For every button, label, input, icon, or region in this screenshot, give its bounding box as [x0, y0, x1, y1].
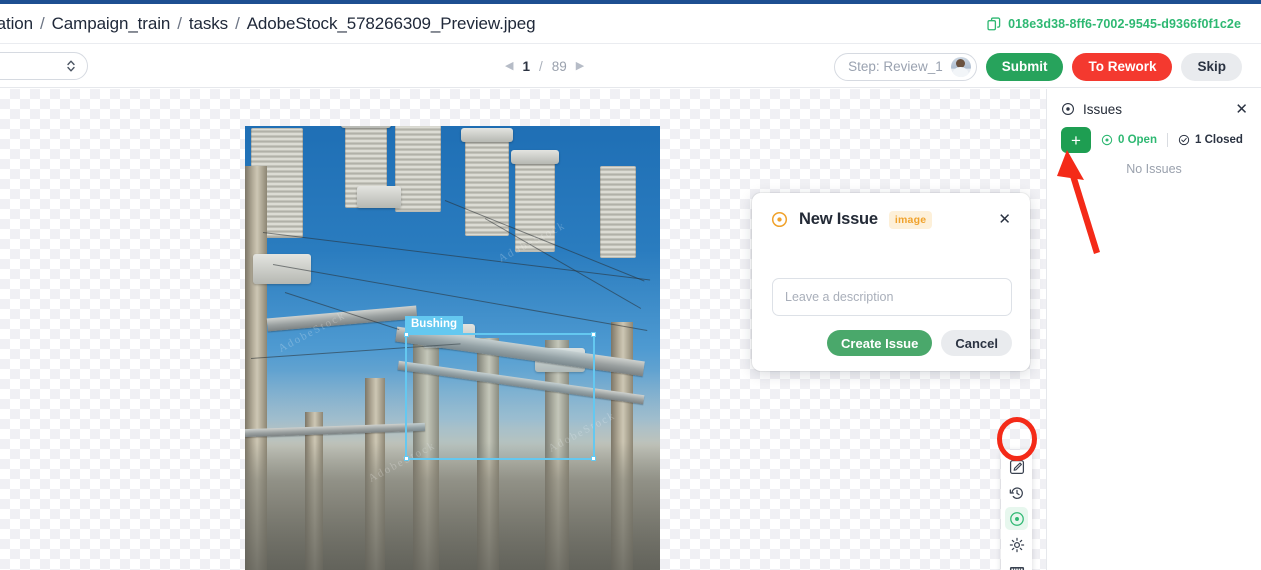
issue-type-badge: image	[888, 210, 933, 229]
pagination-next-icon[interactable]: ▶	[576, 61, 584, 72]
issues-filter-bar: + 0 Open 1 Closed	[1061, 126, 1249, 154]
pagination-total: 89	[551, 59, 567, 74]
issue-tool-button[interactable]	[1005, 507, 1028, 530]
breadcrumb-item-campaign[interactable]: Campaign_train	[52, 14, 171, 34]
bounding-box-bushing[interactable]: Bushing	[404, 316, 596, 461]
keyboard-shortcuts-icon	[1009, 566, 1024, 570]
cancel-button[interactable]: Cancel	[941, 330, 1012, 356]
task-id-copy[interactable]: 018e3d38-8ff6-7002-9545-d9366f0f1c2e	[987, 4, 1241, 44]
issues-panel-title: Issues	[1083, 101, 1123, 117]
issues-sidebar: Issues ✕ + 0 Open 1 Closed No Issues	[1046, 89, 1261, 570]
bounding-box-label: Bushing	[405, 316, 463, 333]
chevron-up-down-icon	[67, 60, 75, 72]
issue-target-icon	[771, 211, 788, 228]
filter-divider	[1166, 133, 1168, 147]
issues-empty-message: No Issues	[1126, 162, 1182, 176]
settings-gear-icon	[1009, 537, 1024, 552]
issues-sidebar-header: Issues ✕	[1061, 99, 1248, 119]
image-ground	[245, 442, 660, 570]
issue-open-icon	[1101, 134, 1113, 146]
bbox-handle-nw[interactable]	[404, 332, 409, 337]
breadcrumb-item-annotation[interactable]: tation	[0, 14, 33, 34]
breadcrumb: tation / Campaign_train / tasks / AdobeS…	[0, 4, 536, 44]
issue-target-icon	[1062, 103, 1074, 115]
close-icon[interactable]: ✕	[995, 210, 1014, 229]
new-issue-actions: Create Issue Cancel	[827, 330, 1012, 356]
step-field[interactable]: Step: Review_1	[834, 52, 977, 81]
skip-button[interactable]: Skip	[1181, 52, 1242, 81]
breadcrumb-separator: /	[40, 14, 45, 33]
issue-description-input[interactable]: Leave a description	[772, 278, 1012, 316]
add-issue-button[interactable]: +	[1061, 127, 1091, 153]
canvas-tool-palette	[1001, 450, 1032, 570]
open-issues-filter[interactable]: 0 Open	[1101, 134, 1157, 146]
bbox-handle-se[interactable]	[591, 456, 596, 461]
settings-button[interactable]	[1005, 533, 1028, 556]
issue-closed-icon	[1178, 134, 1190, 146]
breadcrumb-separator: /	[235, 14, 240, 33]
image-canvas[interactable]: AdobeStock AdobeStock AdobeStock AdobeSt…	[0, 89, 1046, 570]
breadcrumb-item-tasks[interactable]: tasks	[189, 14, 228, 34]
pagination-separator: /	[538, 59, 543, 74]
pagination: ◀ 1 / 89 ▶	[505, 45, 584, 88]
task-id-value: 018e3d38-8ff6-7002-9545-d9366f0f1c2e	[1008, 17, 1241, 31]
history-revert-button[interactable]	[1005, 481, 1028, 504]
breadcrumb-bar: tation / Campaign_train / tasks / AdobeS…	[0, 4, 1261, 44]
open-issues-count: 0 Open	[1118, 134, 1157, 146]
annotation-tool-app: tation / Campaign_train / tasks / AdobeS…	[0, 0, 1261, 570]
new-issue-modal-header: New Issue image ✕	[771, 210, 1014, 229]
new-issue-modal: New Issue image ✕ Leave a description Cr…	[752, 193, 1030, 371]
copy-icon	[987, 17, 1001, 31]
keyboard-shortcuts-button[interactable]	[1005, 559, 1028, 570]
stage-select[interactable]: ing	[0, 52, 88, 80]
edit-annotation-icon	[1009, 459, 1024, 474]
bbox-handle-sw[interactable]	[404, 456, 409, 461]
avatar	[950, 56, 971, 77]
pagination-current: 1	[522, 59, 530, 74]
annotated-image[interactable]: AdobeStock AdobeStock AdobeStock AdobeSt…	[245, 126, 660, 570]
task-toolbar: ing ◀ 1 / 89 ▶ Step: Review_1 Submit To …	[0, 45, 1261, 88]
issue-target-icon	[1009, 511, 1024, 526]
stage-select-value: ing	[0, 59, 65, 74]
create-issue-button[interactable]: Create Issue	[827, 330, 933, 356]
step-field-placeholder: Step: Review_1	[848, 59, 943, 74]
close-icon[interactable]: ✕	[1235, 102, 1248, 117]
new-issue-title: New Issue	[799, 210, 878, 228]
edit-annotation-button[interactable]	[1005, 455, 1028, 478]
breadcrumb-separator: /	[177, 14, 182, 33]
closed-issues-filter[interactable]: 1 Closed	[1178, 134, 1243, 146]
pagination-prev-icon[interactable]: ◀	[505, 61, 513, 72]
breadcrumb-item-file: AdobeStock_578266309_Preview.jpeg	[246, 14, 536, 33]
to-rework-button[interactable]: To Rework	[1072, 52, 1173, 81]
toolbar-actions: Step: Review_1 Submit To Rework Skip	[834, 45, 1242, 88]
history-revert-icon	[1009, 486, 1023, 499]
bbox-handle-ne[interactable]	[591, 332, 596, 337]
issue-description-placeholder: Leave a description	[785, 290, 894, 304]
closed-issues-count: 1 Closed	[1194, 134, 1243, 146]
submit-button[interactable]: Submit	[985, 52, 1064, 81]
